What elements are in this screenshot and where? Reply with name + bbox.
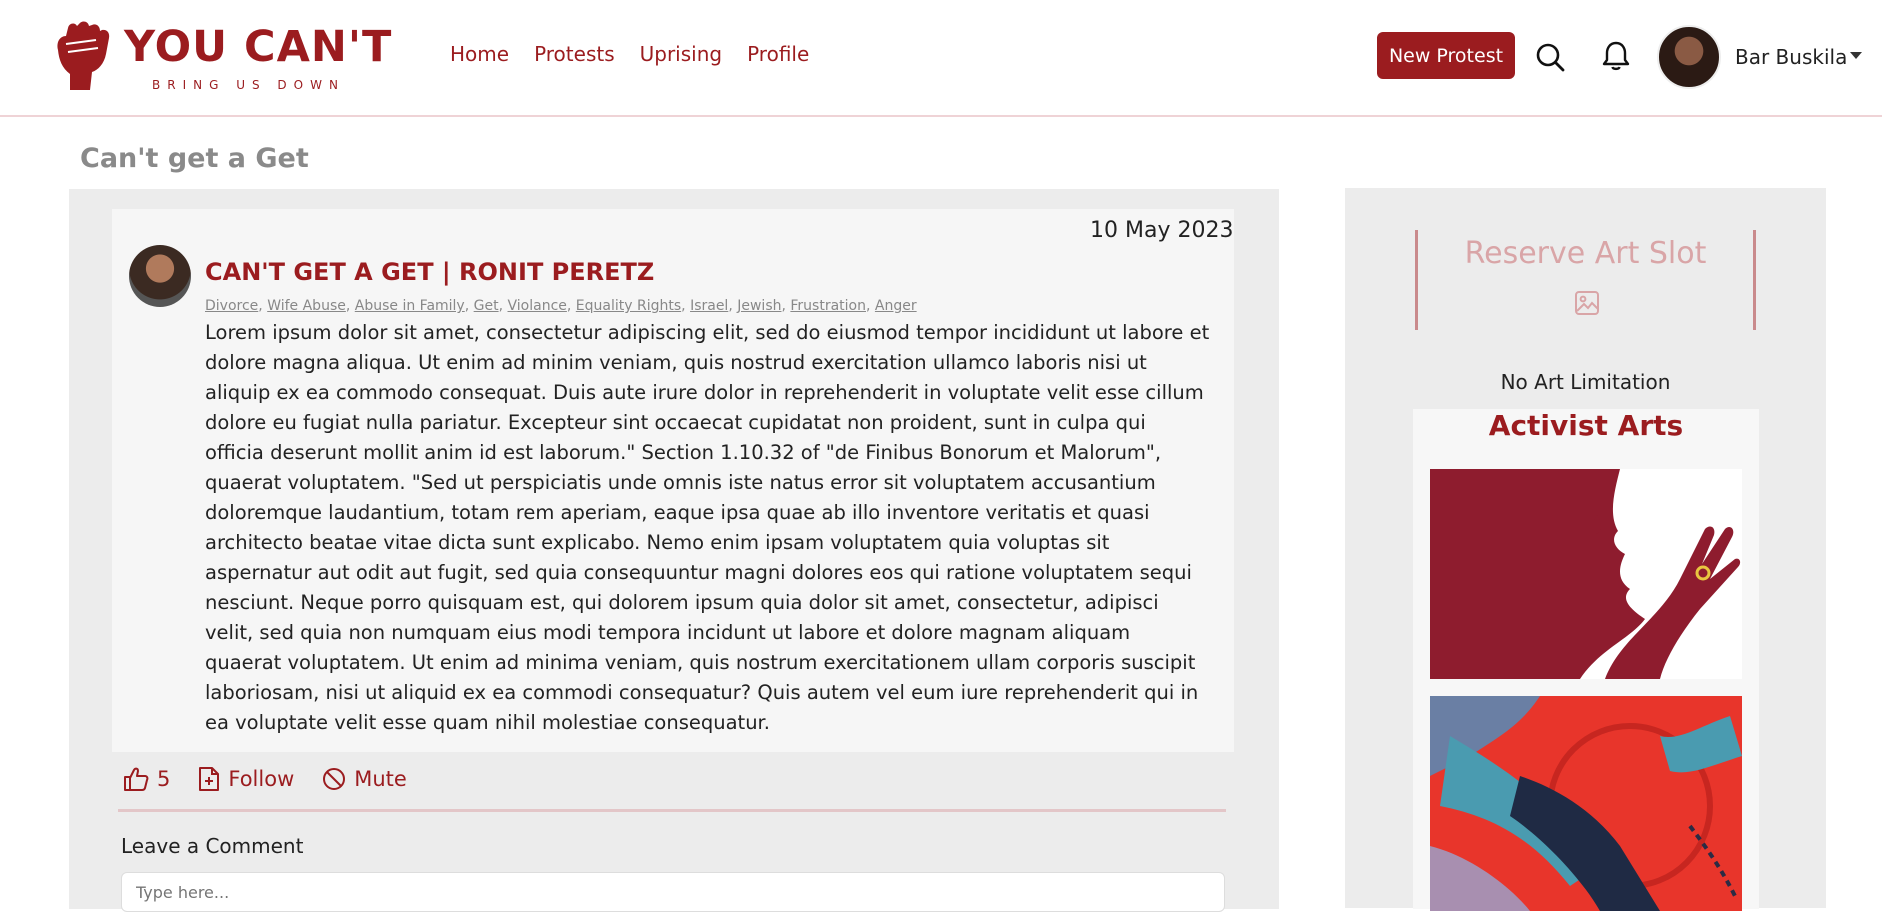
tag-link[interactable]: Abuse in Family xyxy=(355,298,465,314)
no-art-limitation: No Art Limitation xyxy=(1500,370,1671,394)
tag-link[interactable]: Wife Abuse xyxy=(267,298,346,314)
file-plus-icon xyxy=(199,767,220,791)
bell-icon[interactable] xyxy=(1601,40,1631,72)
reserve-title: Reserve Art Slot xyxy=(1464,236,1707,271)
nav-home[interactable]: Home xyxy=(450,42,509,66)
art-image[interactable] xyxy=(1430,696,1742,911)
reserve-art-slot[interactable]: Reserve Art Slot xyxy=(1415,230,1756,330)
user-name[interactable]: Bar Buskila xyxy=(1735,45,1847,69)
chevron-down-icon[interactable] xyxy=(1850,52,1862,59)
like-button[interactable]: 5 xyxy=(123,766,170,792)
comment-input[interactable] xyxy=(121,872,1225,912)
tag-link[interactable]: Get xyxy=(474,298,499,314)
logo-title: YOU CAN'T xyxy=(124,22,393,72)
site-logo[interactable]: YOU CAN'T BRING US DOWN xyxy=(52,20,398,92)
image-icon xyxy=(1575,291,1599,315)
main-nav: Home Protests Uprising Profile xyxy=(450,42,809,66)
post-actions: 5 Follow Mute xyxy=(123,766,435,792)
mute-label: Mute xyxy=(354,767,407,791)
tag-link[interactable]: Violance xyxy=(508,298,567,314)
post-body: Lorem ipsum dolor sit amet, consectetur … xyxy=(205,321,1210,734)
tag-link[interactable]: Anger xyxy=(875,298,917,314)
new-protest-button[interactable]: New Protest xyxy=(1377,32,1515,79)
like-count: 5 xyxy=(157,767,171,791)
mute-button[interactable]: Mute xyxy=(322,767,407,791)
tag-link[interactable]: Equality Rights xyxy=(576,298,681,314)
author-avatar[interactable] xyxy=(129,245,191,307)
logo-subtitle: BRING US DOWN xyxy=(152,78,345,92)
actions-divider xyxy=(118,809,1226,812)
nav-profile[interactable]: Profile xyxy=(747,42,809,66)
art-image-graphic xyxy=(1430,469,1742,679)
follow-label: Follow xyxy=(228,767,295,791)
post-title: CAN'T GET A GET | RONIT PERETZ xyxy=(205,258,655,286)
thumbs-up-icon xyxy=(124,767,149,791)
top-header: YOU CAN'T BRING US DOWN Home Protests Up… xyxy=(0,0,1882,117)
follow-button[interactable]: Follow xyxy=(198,766,294,792)
tag-link[interactable]: Frustration xyxy=(790,298,866,314)
page-title: Can't get a Get xyxy=(80,143,309,174)
art-image-graphic xyxy=(1430,696,1742,911)
tag-link[interactable]: Israel xyxy=(690,298,728,314)
comment-label: Leave a Comment xyxy=(121,834,304,858)
post-date: 10 May 2023 xyxy=(1090,218,1234,243)
search-icon[interactable] xyxy=(1535,42,1565,72)
user-avatar[interactable] xyxy=(1657,25,1721,89)
activist-arts: Activist Arts xyxy=(1413,409,1759,911)
art-image[interactable] xyxy=(1430,469,1742,679)
ban-icon xyxy=(323,768,346,790)
fist-icon xyxy=(57,21,110,90)
tag-link[interactable]: Divorce xyxy=(205,298,258,314)
nav-protests[interactable]: Protests xyxy=(534,42,615,66)
arts-title: Activist Arts xyxy=(1488,409,1684,442)
post-tags: Divorce, Wife Abuse, Abuse in Family, Ge… xyxy=(205,298,917,314)
nav-uprising[interactable]: Uprising xyxy=(640,42,722,66)
tag-link[interactable]: Jewish xyxy=(737,298,781,314)
